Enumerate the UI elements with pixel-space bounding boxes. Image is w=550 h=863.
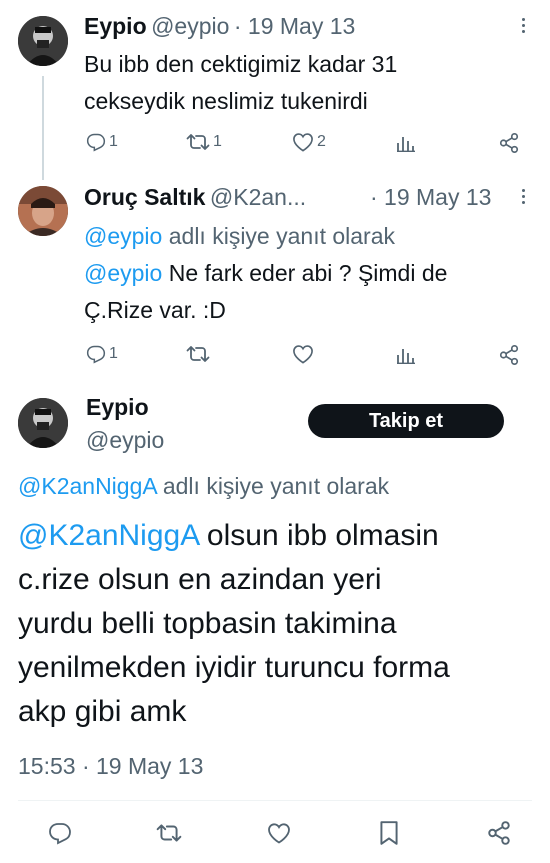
main-text-line: c.rize olsun en azindan yeri	[18, 563, 382, 596]
tweet-date[interactable]: · 19 May 13	[234, 13, 355, 39]
retweet-count: 1	[213, 133, 222, 150]
like-button[interactable]: 2	[292, 132, 326, 152]
avatar-eypio[interactable]	[18, 16, 68, 66]
views-icon	[397, 349, 415, 364]
main-text-line: yenilmekden iyidir turuncu forma	[18, 651, 450, 684]
share-button[interactable]	[498, 344, 520, 366]
tweet-text-line: cekseydik neslimiz tukenirdi	[84, 88, 368, 114]
more-icon[interactable]	[520, 189, 526, 207]
avatar-oruc-saltik[interactable]	[18, 186, 68, 236]
reply-context-text: adlı kişiye yanıt olarak	[162, 223, 396, 249]
like-button[interactable]	[266, 822, 292, 844]
views-icon	[397, 137, 415, 152]
tweet-text-line: Bu ibb den cektigimiz kadar 31	[84, 51, 398, 77]
like-icon	[293, 133, 313, 152]
reply-context: @eypio adlı kişiye yanıt olarak	[84, 218, 447, 255]
views-button[interactable]	[396, 134, 416, 152]
main-timestamp[interactable]: 15:53 · 19 May 13	[18, 753, 203, 780]
divider	[18, 800, 532, 801]
main-text-line: yurdu belli topbasin takimina	[18, 607, 397, 640]
reply-count: 1	[109, 345, 118, 362]
retweet-button[interactable]: 1	[186, 132, 222, 152]
follow-button[interactable]: Takip et	[308, 404, 504, 438]
reply-button[interactable]: 1	[86, 344, 118, 364]
reply-count: 1	[109, 133, 118, 150]
like-icon	[293, 345, 313, 364]
main-text-line: @K2anNiggA olsun ibb olmasin	[18, 514, 450, 558]
reply-button[interactable]: 1	[86, 132, 118, 152]
tweet-date[interactable]: · 19 May 13	[370, 184, 491, 211]
mention-link[interactable]: @K2anNiggA	[18, 519, 199, 552]
thread-line	[42, 76, 44, 180]
main-text-line: akp gibi amk	[18, 695, 187, 728]
retweet-button[interactable]	[186, 344, 210, 364]
share-button[interactable]	[486, 820, 512, 846]
tweet-text-line: Ç.Rize var. :D	[84, 297, 226, 323]
bookmark-button[interactable]	[378, 820, 400, 846]
main-author-name[interactable]: Eypio	[86, 394, 149, 421]
retweet-icon	[186, 346, 210, 362]
more-icon[interactable]	[520, 18, 526, 36]
main-author-handle[interactable]: @eypio	[86, 427, 164, 454]
share-icon	[499, 345, 519, 365]
tweet-author-name[interactable]: Eypio	[84, 13, 147, 39]
tweet-author-handle[interactable]: @K2an...	[210, 184, 306, 210]
retweet-icon	[156, 824, 182, 842]
tweet-text-line: @eypio Ne fark eder abi ? Şimdi de	[84, 255, 447, 292]
main-text: olsun ibb olmasin	[198, 519, 439, 552]
reply-context-mention[interactable]: @eypio	[84, 223, 162, 249]
mention-link[interactable]: @eypio	[84, 260, 162, 286]
share-icon	[488, 821, 510, 845]
share-button[interactable]	[498, 132, 520, 154]
avatar-eypio[interactable]	[18, 398, 68, 448]
retweet-icon	[186, 134, 210, 150]
reply-context-text: adlı kişiye yanıt olarak	[156, 473, 390, 499]
reply-icon	[86, 133, 106, 152]
tweet-text: Ne fark eder abi ? Şimdi de	[162, 260, 448, 286]
reply-context-mention[interactable]: @K2anNiggA	[18, 473, 156, 499]
like-icon	[268, 823, 290, 844]
views-button[interactable]	[396, 346, 416, 364]
reply-context: @K2anNiggA adlı kişiye yanıt olarak	[18, 473, 389, 500]
tweet-author-name[interactable]: Oruç Saltık	[84, 184, 205, 210]
bookmark-icon	[380, 821, 398, 845]
reply-icon	[86, 345, 106, 364]
share-icon	[499, 133, 519, 153]
retweet-button[interactable]	[156, 822, 182, 844]
tweet-author-handle[interactable]: @eypio	[151, 13, 229, 39]
like-button[interactable]	[292, 344, 314, 364]
reply-button[interactable]	[48, 821, 72, 845]
reply-icon	[49, 823, 71, 845]
like-count: 2	[317, 133, 326, 150]
